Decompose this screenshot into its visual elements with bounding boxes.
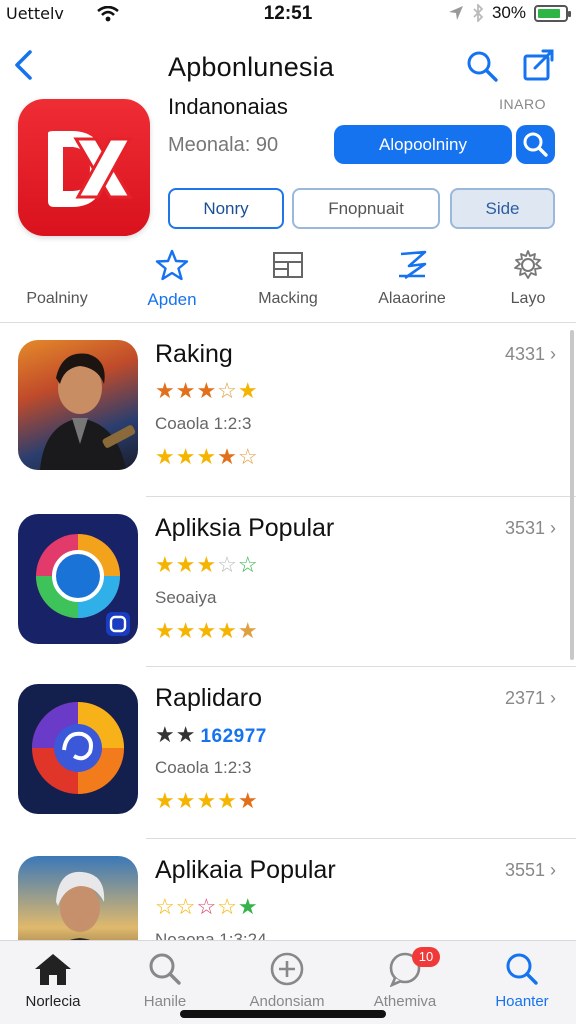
tab-hoanter[interactable]: Hoanter (467, 951, 576, 1010)
category-label: Macking (258, 290, 318, 307)
app-subtitle: Coaola 1:2:3 (155, 414, 252, 433)
app-name: Raking (155, 340, 233, 368)
status-bar: Uettelv 12:51 30% (0, 0, 576, 30)
item-count: 3531 › (504, 518, 556, 538)
category-alaaorine[interactable]: Alaaorine (362, 248, 462, 308)
notification-badge: 10 (412, 947, 440, 967)
portrait-image (40, 353, 136, 470)
star-icon (155, 249, 189, 281)
tab-label: Norlecia (25, 993, 81, 1010)
category-macking[interactable]: Macking (238, 248, 338, 308)
item-count: 2371 › (504, 688, 556, 708)
primary-action-button[interactable]: Alopoolniny (334, 125, 512, 164)
share-edit-icon[interactable] (520, 48, 556, 84)
app-thumbnail (18, 684, 138, 814)
page-title: Apbonlunesia (168, 52, 335, 82)
location-icon (448, 6, 463, 20)
app-subtitle: Coaola 1:2:3 (155, 758, 252, 777)
search-button[interactable] (516, 125, 555, 164)
rating-stars: ☆☆☆☆★ (155, 894, 259, 919)
category-label: Layo (510, 290, 546, 307)
rating-stars: ★★★☆★ (155, 378, 259, 403)
app-tag: INARO (499, 96, 546, 112)
app-thumbnail (18, 514, 138, 644)
category-poalniny[interactable]: Poalniny (7, 248, 107, 308)
segment-button-3[interactable]: Side (450, 188, 555, 229)
app-name: Aplikaia Popular (155, 856, 336, 884)
home-indicator[interactable] (180, 1010, 386, 1018)
app-name: Apliksia Popular (155, 514, 335, 542)
app-icon[interactable] (18, 99, 150, 236)
rating-stars-secondary: ★★★★★ (155, 618, 259, 643)
tab-label: Hoanter (495, 993, 549, 1010)
home-icon (35, 954, 71, 985)
app-subtitle: Seoaiya (155, 588, 217, 607)
tab-andonsiam[interactable]: Andonsiam (232, 951, 342, 1010)
search-icon (506, 953, 538, 985)
swirl-logo-icon (32, 702, 124, 794)
list-item[interactable]: Raking 4331 › ★★★☆★ Coaola 1:2:3 ★★★★☆ (0, 322, 576, 492)
battery-icon (534, 4, 571, 22)
item-count: 4331 › (504, 344, 556, 364)
rating-stars-secondary: ★★★★★ (155, 788, 259, 813)
rating-stars: ★★ 162977 (155, 722, 267, 747)
segment-button-1[interactable]: Nonry (168, 188, 284, 229)
tab-hanile[interactable]: Hanile (110, 951, 220, 1010)
back-chevron-icon[interactable] (10, 48, 36, 82)
item-count: 3551 › (504, 860, 556, 880)
layout-icon (273, 252, 303, 278)
category-label: Alaaorine (378, 290, 446, 307)
category-layo[interactable]: Layo (478, 248, 576, 308)
rating-number: 162977 (200, 726, 267, 747)
plus-circle-icon (270, 952, 304, 986)
flag-icon (399, 250, 427, 280)
category-apden[interactable]: Apden (122, 248, 222, 310)
tab-norlecia[interactable]: Norlecia (0, 951, 108, 1010)
list-item[interactable]: Raplidaro 2371 › ★★ 162977 Coaola 1:2:3 ★… (0, 666, 576, 836)
rating-stars-secondary: ★★★★☆ (155, 444, 259, 469)
segment-button-2[interactable]: Fnopnuait (292, 188, 440, 229)
app-subtitle: Indanonaias (168, 94, 288, 119)
bluetooth-icon (473, 4, 484, 22)
tab-label: Athemiva (373, 993, 437, 1010)
search-icon (523, 132, 548, 157)
dx-logo-icon (48, 131, 133, 207)
tab-label: Hanile (143, 993, 187, 1010)
app-name: Raplidaro (155, 684, 263, 712)
category-label: Poalniny (26, 290, 88, 307)
tab-label: Andonsiam (249, 993, 325, 1010)
app-meta: Meonala: 90 (168, 134, 279, 156)
battery-percent: 30% (491, 3, 526, 22)
app-thumbnail (18, 340, 138, 470)
tab-athemiva[interactable]: 10 Athemiva (350, 947, 460, 1010)
search-icon (149, 953, 181, 985)
gear-icon (514, 250, 542, 279)
scrollbar[interactable] (570, 330, 574, 660)
rating-stars: ★★★☆☆ (155, 552, 259, 577)
category-label: Apden (147, 290, 197, 309)
list-item[interactable]: Apliksia Popular 3531 › ★★★☆☆ Seoaiya ★★… (0, 496, 576, 666)
swirl-logo-icon (36, 534, 130, 636)
search-icon[interactable] (464, 48, 500, 84)
